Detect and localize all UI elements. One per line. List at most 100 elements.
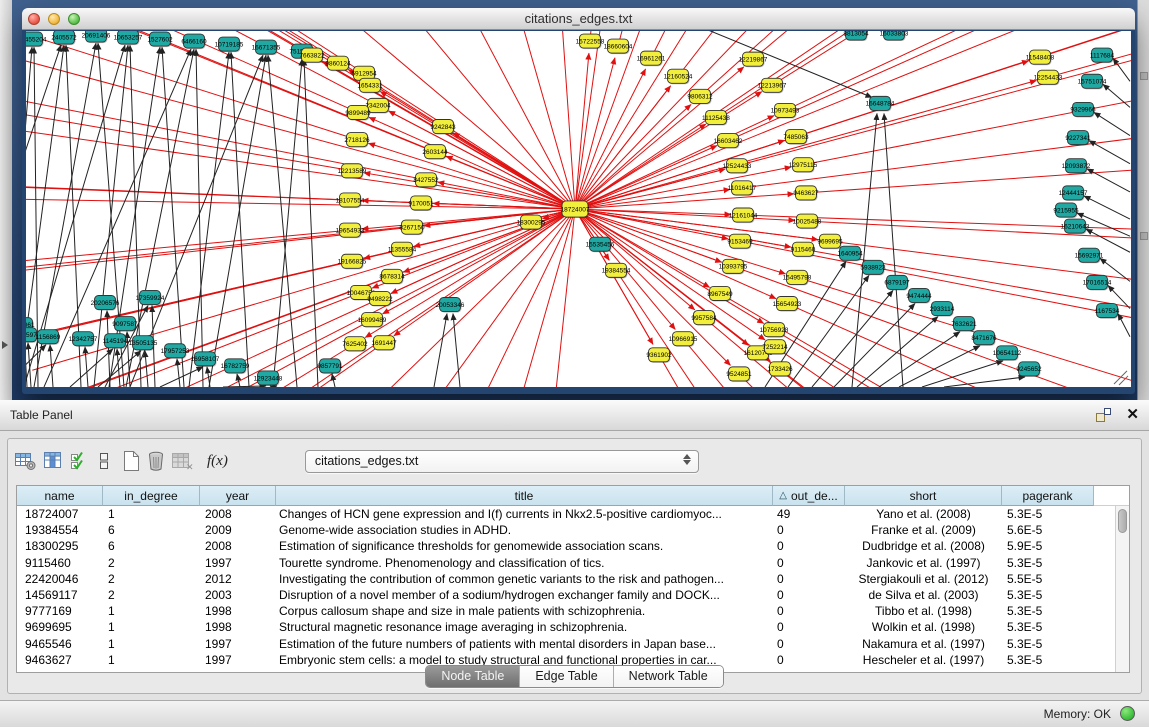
graph-node[interactable]: 5938923: [860, 260, 886, 275]
graph-node[interactable]: 11355584: [388, 242, 417, 257]
graph-node[interactable]: 9153469: [727, 234, 753, 249]
table-cell[interactable]: Jankovic et al. (1997): [845, 555, 1002, 571]
splitter-collapse-icon[interactable]: [2, 341, 8, 349]
table-cell[interactable]: 1997: [200, 555, 276, 571]
graph-node[interactable]: 8267150: [399, 220, 425, 235]
graph-node[interactable]: 18724007: [561, 201, 590, 218]
table-cell[interactable]: 1997: [200, 636, 276, 652]
table-cell[interactable]: Changes of HCN gene expression and I(f) …: [276, 506, 773, 522]
graph-node[interactable]: 10654112: [993, 346, 1022, 361]
graph-node[interactable]: 9498222: [367, 291, 393, 306]
table-cell[interactable]: 2: [103, 555, 200, 571]
graph-node[interactable]: 15692971: [1075, 248, 1104, 263]
table-cell[interactable]: 5.6E-5: [1002, 522, 1094, 538]
graph-node[interactable]: 12444157: [1059, 186, 1088, 201]
graph-node[interactable]: 9361902: [646, 348, 672, 363]
table-cell[interactable]: Nakamura et al. (1997): [845, 636, 1002, 652]
table-cell[interactable]: 5.3E-5: [1002, 587, 1094, 603]
graph-node[interactable]: 9329966: [1070, 102, 1096, 117]
table-cell[interactable]: Investigating the contribution of common…: [276, 571, 773, 587]
table-row[interactable]: 1456911722003Disruption of a novel membe…: [17, 587, 1129, 603]
table-cell[interactable]: 1: [103, 603, 200, 619]
table-cell[interactable]: 0: [773, 587, 845, 603]
delete-table-icon[interactable]: [146, 449, 166, 473]
graph-node[interactable]: 9227341: [1065, 131, 1091, 146]
table-cell[interactable]: 2: [103, 571, 200, 587]
table-settings-icon[interactable]: [14, 449, 37, 473]
graph-node[interactable]: 9699695: [817, 234, 843, 249]
graph-node[interactable]: 10756928: [760, 323, 789, 338]
table-cell[interactable]: 5.3E-5: [1002, 506, 1094, 522]
graph-node[interactable]: 17359924: [136, 290, 165, 305]
graph-node[interactable]: 8813054: [843, 31, 869, 41]
graph-node[interactable]: 9463627: [793, 186, 819, 201]
graph-node[interactable]: 16961261: [637, 51, 666, 66]
graph-node[interactable]: 8427552: [413, 173, 439, 188]
table-source-dropdown[interactable]: citations_edges.txt: [305, 450, 699, 473]
table-cell[interactable]: 5.3E-5: [1002, 555, 1094, 571]
graph-node[interactable]: 10973493: [771, 103, 800, 118]
graph-node[interactable]: 16782759: [221, 359, 250, 374]
table-cell[interactable]: 6: [103, 522, 200, 538]
graph-node[interactable]: 15535456: [586, 237, 615, 252]
column-header-out_de[interactable]: △out_de...: [773, 486, 845, 506]
table-cell[interactable]: Disruption of a novel member of a sodium…: [276, 587, 773, 603]
table-row[interactable]: 1872400712008Changes of HCN gene express…: [17, 506, 1129, 522]
table-row[interactable]: 946554611997Estimation of the future num…: [17, 636, 1129, 652]
graph-node[interactable]: 7485063: [783, 130, 809, 145]
graph-node[interactable]: 9170051: [408, 196, 434, 211]
network-canvas[interactable]: 1645520424055722069140610653257152760264…: [26, 31, 1131, 387]
graph-node[interactable]: 2405572: [51, 31, 77, 45]
graph-node[interactable]: 1145194: [103, 334, 128, 349]
table-cell[interactable]: 0: [773, 522, 845, 538]
table-cell[interactable]: Corpus callosum shape and size in male p…: [276, 603, 773, 619]
graph-node[interactable]: 8967549: [707, 286, 733, 301]
table-cell[interactable]: Franke et al. (2009): [845, 522, 1002, 538]
graph-node[interactable]: 7252214: [762, 340, 788, 355]
table-cell[interactable]: 2009: [200, 522, 276, 538]
import-table-icon[interactable]: ✕: [171, 449, 194, 473]
graph-node[interactable]: 20206576: [91, 295, 120, 310]
graph-node[interactable]: 9860124: [325, 56, 351, 71]
show-hide-icon[interactable]: [99, 449, 109, 473]
table-cell[interactable]: Yano et al. (2008): [845, 506, 1002, 522]
graph-node[interactable]: 12161044: [729, 208, 758, 223]
table-cell[interactable]: 5.9E-5: [1002, 538, 1094, 554]
table-scrollbar[interactable]: [1115, 506, 1129, 672]
graph-node[interactable]: 19384554: [602, 263, 631, 278]
table-cell[interactable]: 5.3E-5: [1002, 603, 1094, 619]
tab-network-table[interactable]: Network Table: [614, 666, 723, 687]
graph-node[interactable]: 16603462: [714, 134, 743, 149]
graph-node[interactable]: 15654923: [773, 296, 802, 311]
tab-edge-table[interactable]: Edge Table: [520, 666, 613, 687]
graph-node[interactable]: 10966915: [669, 332, 698, 347]
table-cell[interactable]: Estimation of significance thresholds fo…: [276, 538, 773, 554]
table-cell[interactable]: 14569117: [17, 587, 103, 603]
table-cell[interactable]: 2003: [200, 587, 276, 603]
graph-node[interactable]: 12342757: [69, 332, 98, 347]
graph-node[interactable]: 20053346: [436, 297, 465, 312]
table-panel-titlebar[interactable]: Table Panel ✕: [0, 400, 1149, 431]
graph-node[interactable]: 16455204: [26, 32, 47, 47]
graph-node[interactable]: 9245652: [1016, 362, 1042, 377]
graph-node[interactable]: 9524851: [726, 367, 752, 382]
graph-node[interactable]: 1167534: [1095, 304, 1120, 319]
graph-node[interactable]: 11125438: [702, 110, 730, 125]
table-cell[interactable]: 1: [103, 619, 200, 635]
table-cell[interactable]: 0: [773, 571, 845, 587]
table-cell[interactable]: Tourette syndrome. Phenomenology and cla…: [276, 555, 773, 571]
graph-node[interactable]: 12093872: [1062, 159, 1091, 174]
graph-node[interactable]: 12254433: [1034, 70, 1063, 85]
column-header-short[interactable]: short: [845, 486, 1002, 506]
column-header-name[interactable]: name: [17, 486, 103, 506]
graph-node[interactable]: 16958107: [191, 352, 220, 367]
table-cell[interactable]: 0: [773, 619, 845, 635]
memory-ok-icon[interactable]: [1120, 706, 1135, 721]
table-cell[interactable]: de Silva et al. (2003): [845, 587, 1002, 603]
table-cell[interactable]: Genome-wide association studies in ADHD.: [276, 522, 773, 538]
table-cell[interactable]: Estimation of the future numbers of pati…: [276, 636, 773, 652]
table-cell[interactable]: 0: [773, 538, 845, 554]
graph-node[interactable]: 12160524: [664, 69, 693, 84]
table-cell[interactable]: 18300295: [17, 538, 103, 554]
graph-node[interactable]: 9242843: [430, 119, 456, 134]
